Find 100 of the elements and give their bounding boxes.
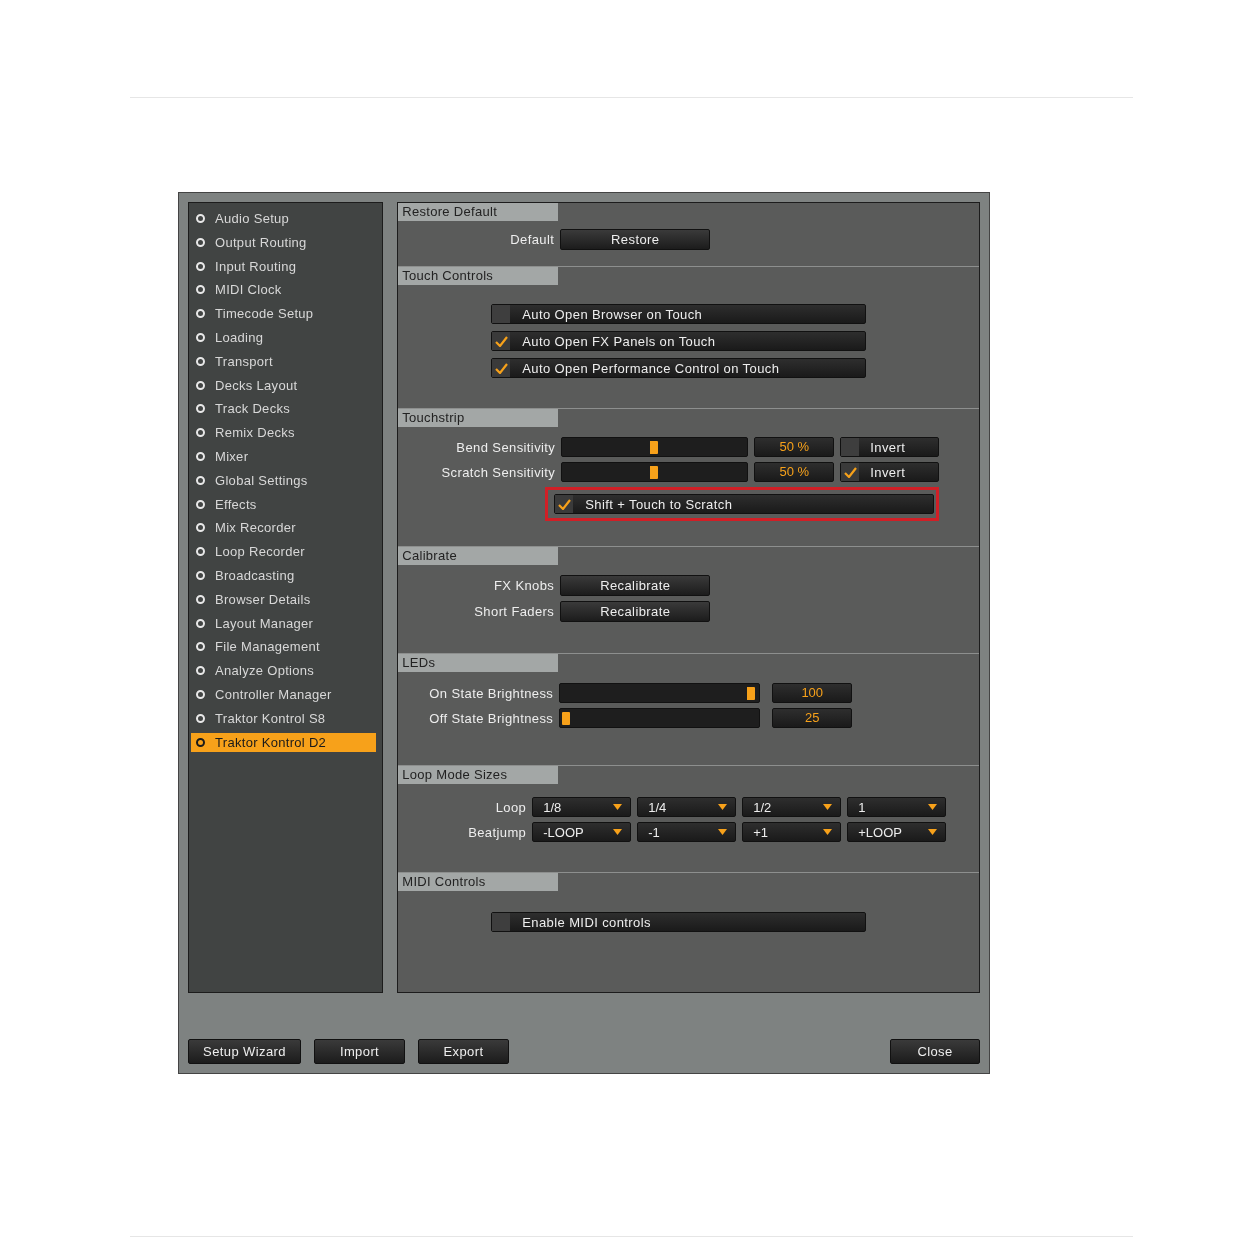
- dropdown-select[interactable]: 1/4: [637, 797, 737, 817]
- caret-icon: [823, 804, 833, 810]
- bullet-icon: [196, 214, 205, 223]
- footer-button[interactable]: Import: [314, 1039, 405, 1064]
- sidebar-item[interactable]: MIDI Clock: [191, 280, 376, 300]
- sidebar-item[interactable]: Effects: [191, 494, 376, 514]
- sidebar-item[interactable]: Remix Decks: [191, 423, 376, 443]
- value-display: 100: [772, 683, 853, 703]
- setting-label: Default: [509, 232, 555, 247]
- sidebar-item[interactable]: Input Routing: [191, 256, 376, 276]
- checkbox-toggle[interactable]: Auto Open Performance Control on Touch: [491, 358, 867, 378]
- action-button[interactable]: Recalibrate: [560, 575, 711, 596]
- sidebar-item[interactable]: Analyze Options: [191, 661, 376, 681]
- bullet-icon: [196, 356, 205, 366]
- sidebar-item[interactable]: Loading: [191, 328, 376, 347]
- sidebar-item[interactable]: Global Settings: [191, 470, 376, 490]
- check-icon: [494, 362, 508, 374]
- bullet-icon: [196, 475, 205, 485]
- bullet-icon: [196, 642, 205, 652]
- caret-icon: [718, 804, 728, 810]
- dropdown-select[interactable]: 1/2: [742, 797, 842, 817]
- bullet-icon: [196, 451, 205, 461]
- sidebar-item[interactable]: Broadcasting: [191, 565, 376, 585]
- section-header: Loop Mode Sizes: [398, 766, 559, 784]
- setting-label: On State Brightness: [428, 685, 554, 701]
- dropdown-select[interactable]: +1: [742, 822, 842, 842]
- slider-track[interactable]: [559, 708, 761, 728]
- setting-label: FX Knobs: [492, 578, 555, 593]
- bullet-icon: [196, 523, 205, 533]
- setting-label: Off State Brightness: [428, 710, 554, 726]
- dropdown-select[interactable]: -LOOP: [532, 822, 632, 842]
- sidebar-item[interactable]: Traktor Kontrol S8: [191, 708, 376, 728]
- caret-icon: [928, 829, 938, 835]
- dropdown-select[interactable]: +LOOP: [847, 822, 947, 842]
- value-display: 25: [772, 708, 853, 728]
- check-icon: [557, 498, 571, 510]
- bullet-icon: [196, 237, 205, 247]
- sidebar-item[interactable]: Mixer: [191, 446, 376, 466]
- sidebar-item[interactable]: File Management: [191, 637, 376, 657]
- bullet-icon: [196, 594, 205, 604]
- action-button[interactable]: Restore: [560, 229, 711, 250]
- caret-icon: [718, 829, 728, 835]
- bullet-icon: [196, 737, 205, 747]
- sidebar-item[interactable]: Transport: [191, 351, 376, 371]
- value-display: 50 %: [754, 437, 835, 457]
- section-header: MIDI Controls: [398, 873, 559, 891]
- slider-track[interactable]: [561, 462, 749, 482]
- sidebar-item[interactable]: Audio Setup: [191, 209, 376, 228]
- bullet-icon: [196, 713, 205, 723]
- checkbox-toggle[interactable]: Enable MIDI controls: [491, 912, 867, 932]
- slider-track[interactable]: [559, 683, 761, 703]
- close-button[interactable]: Close: [890, 1039, 980, 1064]
- sidebar-item[interactable]: Controller Manager: [191, 684, 376, 704]
- bullet-icon: [196, 547, 205, 557]
- bullet-icon: [196, 570, 205, 580]
- bullet-icon: [196, 333, 205, 342]
- sidebar-item[interactable]: Timecode Setup: [191, 304, 376, 324]
- dropdown-select[interactable]: -1: [637, 822, 737, 842]
- dropdown-select[interactable]: 1: [847, 797, 947, 817]
- sidebar-item[interactable]: Layout Manager: [191, 613, 376, 633]
- check-icon: [843, 466, 857, 478]
- bullet-icon: [196, 428, 205, 438]
- setting-label: Bend Sensitivity: [455, 439, 556, 455]
- bullet-icon: [196, 666, 205, 676]
- section-header: Calibrate: [398, 547, 559, 565]
- invert-toggle[interactable]: Invert: [840, 462, 940, 482]
- section-header: LEDs: [398, 654, 559, 672]
- footer-button[interactable]: Export: [418, 1039, 509, 1064]
- checkbox-toggle[interactable]: Shift + Touch to Scratch: [554, 494, 935, 514]
- sidebar-item[interactable]: Browser Details: [191, 589, 376, 609]
- checkbox-toggle[interactable]: Auto Open FX Panels on Touch: [491, 331, 867, 351]
- sidebar-item[interactable]: Track Decks: [191, 399, 376, 419]
- section-header: Touch Controls: [398, 267, 559, 285]
- bullet-icon: [196, 261, 205, 271]
- sidebar-item[interactable]: Decks Layout: [191, 375, 376, 395]
- caret-icon: [613, 829, 623, 835]
- section-header: Restore Default: [398, 203, 559, 221]
- setting-label: Loop: [494, 799, 527, 815]
- bullet-icon: [196, 404, 205, 414]
- dropdown-select[interactable]: 1/8: [532, 797, 632, 817]
- setting-label: Scratch Sensitivity: [440, 464, 556, 480]
- caret-icon: [823, 829, 833, 835]
- bullet-icon: [196, 618, 205, 628]
- checkbox-toggle[interactable]: Auto Open Browser on Touch: [491, 304, 867, 324]
- sidebar-item[interactable]: Mix Recorder: [191, 518, 376, 538]
- slider-thumb[interactable]: [562, 712, 571, 725]
- caret-icon: [928, 804, 938, 810]
- setting-label: Beatjump: [467, 824, 527, 840]
- sidebar-item[interactable]: Output Routing: [191, 232, 376, 252]
- bullet-icon: [196, 309, 205, 319]
- sidebar-item[interactable]: Traktor Kontrol D2: [191, 732, 376, 752]
- invert-toggle[interactable]: Invert: [840, 437, 940, 457]
- slider-track[interactable]: [561, 437, 749, 457]
- bullet-icon: [196, 499, 205, 509]
- sidebar-item[interactable]: Loop Recorder: [191, 542, 376, 562]
- section-header: Touchstrip: [398, 409, 559, 427]
- setting-label: Short Faders: [473, 604, 555, 619]
- action-button[interactable]: Recalibrate: [560, 601, 711, 622]
- bullet-icon: [196, 285, 205, 295]
- footer-button[interactable]: Setup Wizard: [188, 1039, 301, 1064]
